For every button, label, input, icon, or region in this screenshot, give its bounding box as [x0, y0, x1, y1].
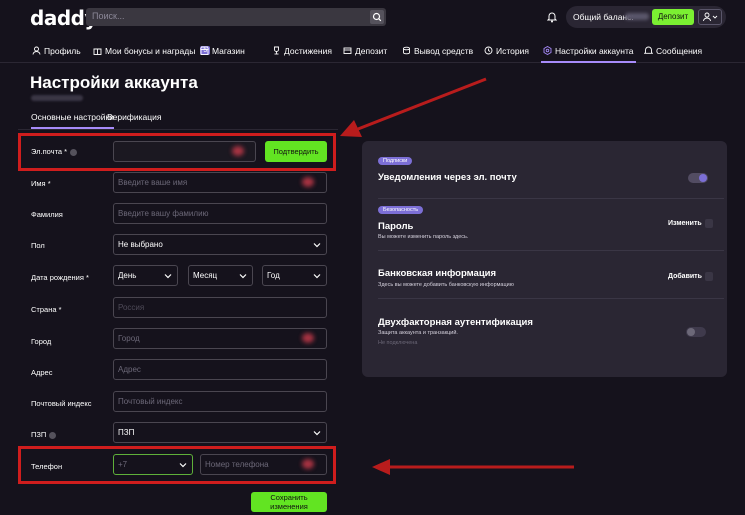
info-icon[interactable] [49, 431, 57, 439]
subscriptions-tag: Подписки [378, 157, 413, 165]
chevron-down-icon [313, 274, 321, 279]
country-label: Страна * [31, 305, 62, 314]
bank-info-description: Здесь вы можете добавить банковскую инфо… [378, 282, 514, 288]
first-name-label: Имя * [31, 179, 51, 188]
arrow-to-email-icon [340, 77, 487, 137]
search-button[interactable] [370, 10, 384, 24]
birth-month-select[interactable]: Месяц [188, 265, 253, 286]
panel-divider [378, 298, 724, 299]
chevron-down-icon [239, 274, 247, 279]
address-label: Адрес [31, 368, 53, 377]
search-icon [372, 12, 382, 22]
bank-info-title: Банковская информация [378, 268, 497, 279]
nav-item-profile[interactable]: Профиль [32, 44, 81, 57]
user-icon [703, 12, 718, 22]
chevron-down-icon [313, 243, 321, 248]
country-field: Россия [113, 297, 327, 318]
chevron-down-icon [313, 431, 321, 436]
deposit-icon [343, 47, 352, 54]
gift-icon [93, 48, 102, 55]
chevron-down-icon [164, 274, 172, 279]
nav-item-shop[interactable]: Магазин [200, 44, 245, 57]
panel-divider [378, 198, 724, 199]
trophy-icon [274, 46, 279, 55]
zip-label: Почтовый индекс [31, 399, 92, 408]
add-bank-info-button[interactable]: Добавить [668, 272, 713, 281]
nav-item-account-settings[interactable]: Настройки аккаунта [541, 44, 635, 63]
nav-item-deposit[interactable]: Депозит [343, 44, 387, 57]
change-password-button[interactable]: Изменить [668, 219, 713, 228]
password-description: Вы можете изменить пароль здесь. [378, 234, 469, 240]
nav-item-history[interactable]: История [484, 44, 529, 57]
toggle-knob [687, 328, 695, 336]
save-changes-button[interactable]: Сохранить изменения [251, 492, 327, 512]
city-label: Город [31, 337, 52, 346]
security-tag: Безопасность [378, 206, 424, 214]
chevron-right-icon [704, 272, 713, 281]
user-icon [32, 46, 41, 55]
two-factor-title: Двухфакторная аутентификация [378, 317, 533, 328]
nav-item-messages[interactable]: Сообщения [644, 44, 702, 57]
shop-icon [200, 46, 209, 55]
address-field[interactable]: Адрес [113, 359, 327, 380]
tabs-divider [18, 129, 338, 130]
birth-year-select[interactable]: Год [262, 265, 327, 286]
first-name-field[interactable]: Введите ваше имя [113, 172, 327, 193]
chevron-right-icon [704, 219, 713, 228]
tab-main-settings[interactable]: Основные настройки [31, 112, 114, 129]
bell-icon [644, 46, 653, 54]
email-highlight-box [18, 133, 336, 171]
page-title: Настройки аккаунта [30, 73, 198, 92]
balance-value-blurred [625, 13, 649, 20]
birth-day-select[interactable]: День [113, 265, 178, 286]
history-icon [484, 46, 493, 55]
search-input[interactable]: Поиск... [92, 11, 124, 21]
notification-bell-icon[interactable] [547, 11, 557, 23]
nav-item-bonuses[interactable]: Мои бонусы и награды 5 [93, 44, 211, 57]
last-name-label: Фамилия [31, 210, 63, 219]
gender-label: Пол [31, 241, 45, 250]
arrow-to-phone-icon [372, 459, 574, 475]
nav-item-withdraw[interactable]: Вывод средств [402, 44, 473, 57]
account-nav: Профиль Мои бонусы и награды 5 Магазин Д… [0, 37, 745, 63]
search-bar[interactable]: Поиск... [86, 8, 386, 26]
email-notifications-toggle[interactable] [688, 173, 708, 183]
nav-item-achievements[interactable]: Достижения [272, 44, 332, 57]
top-bar: daddy Поиск... Общий баланс: Депозит [0, 0, 745, 36]
coins-icon [403, 46, 410, 55]
email-notifications-title: Уведомления через эл. почту [378, 172, 517, 183]
two-factor-toggle[interactable] [686, 327, 706, 337]
header-deposit-button[interactable]: Депозит [652, 9, 694, 25]
password-title: Пароль [378, 221, 414, 232]
tab-verification[interactable]: Верификация [107, 112, 161, 122]
user-menu-button[interactable] [698, 9, 722, 25]
birth-date-label: Дата рождения * [31, 273, 89, 282]
zip-field[interactable]: Почтовый индекс [113, 391, 327, 412]
two-factor-description: Защита аккаунта и транзакций. [378, 330, 458, 336]
last-name-field[interactable]: Введите вашу фамилию [113, 203, 327, 224]
phone-highlight-box [18, 446, 336, 484]
panel-divider [378, 250, 724, 251]
two-factor-status: Не подключена [378, 340, 418, 346]
toggle-knob [699, 174, 707, 182]
user-id-blurred [31, 95, 83, 101]
gender-select[interactable]: Не выбрано [113, 234, 327, 255]
city-field[interactable]: Город [113, 328, 327, 349]
blurred-icon [302, 177, 314, 187]
pep-select[interactable]: ПЗП [113, 422, 327, 443]
settings-icon [543, 46, 552, 55]
blurred-icon [302, 333, 314, 343]
pep-label: ПЗП [31, 430, 57, 439]
